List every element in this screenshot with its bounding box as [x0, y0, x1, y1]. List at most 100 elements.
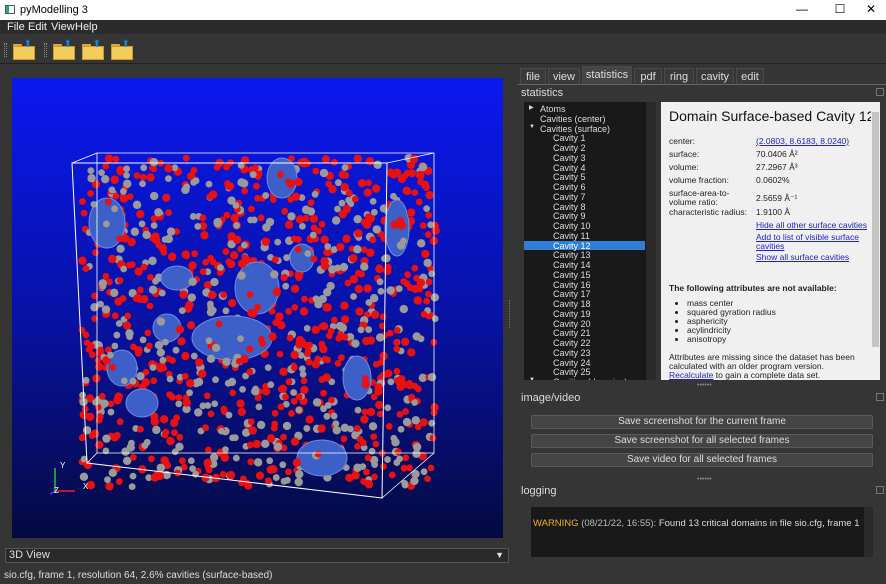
oxygen-atom: [406, 379, 413, 387]
tab-file[interactable]: file: [520, 68, 546, 85]
prop-label: center:: [669, 136, 695, 146]
silicon-atom: [387, 378, 395, 386]
tab-pdf[interactable]: pdf: [634, 68, 662, 85]
oxygen-atom: [331, 158, 338, 166]
3d-view-canvas[interactable]: Y Z X: [12, 78, 503, 538]
recalculate-link[interactable]: Recalculate: [669, 370, 713, 380]
float-panel-icon[interactable]: [876, 88, 884, 96]
toolbar-grip[interactable]: [44, 43, 47, 57]
open-remote-icon[interactable]: ⬆: [111, 39, 133, 60]
tree-item[interactable]: Cavity 4: [524, 163, 645, 173]
oxygen-atom: [420, 310, 428, 318]
prop-label: surface:: [669, 149, 700, 159]
tree-item[interactable]: Cavity 5: [524, 172, 645, 182]
save-screenshot-current-button[interactable]: Save screenshot for the current frame: [531, 415, 873, 429]
oxygen-atom: [121, 234, 130, 243]
tree-item[interactable]: Cavity 19: [524, 309, 645, 319]
oxygen-atom: [151, 235, 161, 245]
open-dir-icon[interactable]: ⬆: [53, 39, 75, 60]
tree-item[interactable]: Cavity 15: [524, 270, 645, 280]
open-recent-icon[interactable]: ⬆: [82, 39, 104, 60]
oxygen-atom: [226, 183, 234, 191]
oxygen-atom: [181, 372, 189, 380]
silicon-atom: [111, 342, 119, 350]
splitter-handle[interactable]: ••••••: [697, 476, 712, 483]
silicon-atom: [373, 160, 382, 169]
open-file-icon[interactable]: ⬆: [13, 39, 35, 60]
tab-statistics[interactable]: statistics: [582, 66, 632, 85]
save-screenshot-selected-button[interactable]: Save screenshot for all selected frames: [531, 434, 873, 448]
tab-ring[interactable]: ring: [664, 68, 694, 85]
splitter-handle[interactable]: [509, 300, 512, 328]
float-panel-icon[interactable]: [876, 393, 884, 401]
tree-item[interactable]: Cavity 23: [524, 348, 645, 358]
oxygen-atom: [365, 157, 375, 166]
show-all-cavities-link[interactable]: Show all surface cavities: [756, 253, 849, 262]
tree-item[interactable]: Cavity 12: [524, 240, 645, 250]
tab-cavity[interactable]: cavity: [696, 68, 734, 85]
tree-item[interactable]: Cavity 13: [524, 250, 645, 260]
silicon-atom: [222, 307, 230, 315]
tree-item[interactable]: Cavity 9: [524, 211, 645, 221]
tree-item[interactable]: Cavity 22: [524, 338, 645, 348]
menu-edit[interactable]: Edit: [28, 21, 47, 33]
oxygen-atom: [165, 209, 173, 217]
minimize-button[interactable]: —: [787, 2, 817, 18]
tree-item[interactable]: Cavity 2: [524, 143, 645, 153]
float-panel-icon[interactable]: [876, 486, 884, 494]
oxygen-atom: [320, 235, 329, 244]
tab-view[interactable]: view: [548, 68, 580, 85]
tree-item[interactable]: Cavities (center): [524, 114, 645, 124]
oxygen-atom: [135, 349, 142, 357]
tree-item[interactable]: Atoms: [524, 104, 645, 114]
tree-item[interactable]: Cavity 17: [524, 289, 645, 299]
silicon-atom: [104, 476, 111, 484]
tree-item[interactable]: Cavity 3: [524, 153, 645, 163]
oxygen-atom: [247, 205, 255, 213]
tree-item[interactable]: Cavity 21: [524, 328, 645, 338]
silicon-atom: [418, 162, 428, 172]
hide-other-cavities-link[interactable]: Hide all other surface cavities: [756, 221, 867, 230]
splitter-handle[interactable]: ••••••: [697, 382, 712, 389]
oxygen-atom: [421, 249, 430, 259]
oxygen-atom: [295, 274, 303, 282]
tree-item[interactable]: Cavity 10: [524, 221, 645, 231]
tree-item[interactable]: Cavity 8: [524, 202, 645, 212]
tree-item[interactable]: Cavities (surface): [524, 124, 645, 134]
oxygen-atom: [429, 434, 437, 442]
menu-help[interactable]: Help: [75, 21, 98, 33]
maximize-button[interactable]: ☐: [825, 2, 855, 18]
log-scrollbar[interactable]: [864, 507, 873, 557]
close-button[interactable]: ✕: [856, 2, 886, 18]
tree-item[interactable]: Cavity 25: [524, 367, 645, 377]
prop-value[interactable]: (2.0803, 8.6183, 8.0240): [756, 137, 849, 146]
tree-item[interactable]: Cavities (domains): [524, 377, 645, 380]
tree-item[interactable]: Cavity 20: [524, 319, 645, 329]
tree-item[interactable]: Cavity 11: [524, 231, 645, 241]
tree-item[interactable]: Cavity 7: [524, 192, 645, 202]
toolbar-grip[interactable]: [4, 43, 7, 57]
tree-item[interactable]: Cavity 14: [524, 260, 645, 270]
menu-file[interactable]: File: [7, 21, 25, 33]
silicon-atom: [354, 406, 362, 414]
tree-item[interactable]: Cavity 6: [524, 182, 645, 192]
add-visible-cavities-link[interactable]: Add to list of visible surface cavities: [756, 233, 866, 251]
tree-item[interactable]: Cavity 16: [524, 280, 645, 290]
save-video-button[interactable]: Save video for all selected frames: [531, 453, 873, 467]
silicon-atom: [395, 285, 403, 293]
oxygen-atom: [403, 169, 411, 177]
oxygen-atom: [110, 175, 119, 184]
silicon-atom: [194, 377, 204, 387]
tree-item[interactable]: Cavity 18: [524, 299, 645, 309]
tab-edit[interactable]: edit: [736, 68, 764, 85]
details-scrollbar[interactable]: [871, 102, 880, 380]
tree-scrollbar[interactable]: [646, 102, 656, 380]
menu-view[interactable]: View: [51, 21, 75, 33]
oxygen-atom: [226, 259, 236, 269]
view-select[interactable]: 3D View ▼: [5, 548, 509, 563]
oxygen-atom: [251, 164, 259, 172]
tree-item[interactable]: Cavity 24: [524, 358, 645, 368]
oxygen-atom: [406, 208, 416, 217]
tree-item[interactable]: Cavity 1: [524, 133, 645, 143]
silicon-atom: [106, 351, 114, 359]
